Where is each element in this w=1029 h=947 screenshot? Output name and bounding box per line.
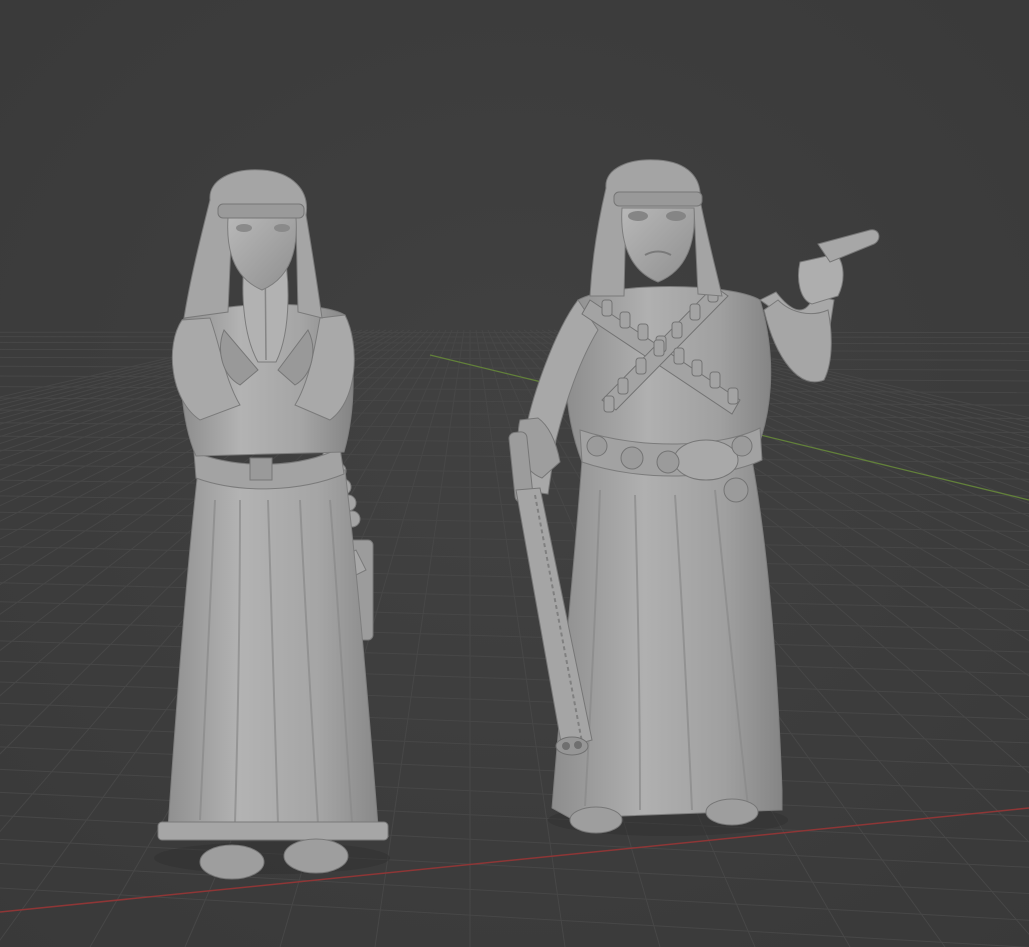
viewport-canvas[interactable] — [0, 0, 1029, 947]
grid-line — [0, 336, 1029, 338]
3d-viewport[interactable] — [0, 0, 1029, 947]
